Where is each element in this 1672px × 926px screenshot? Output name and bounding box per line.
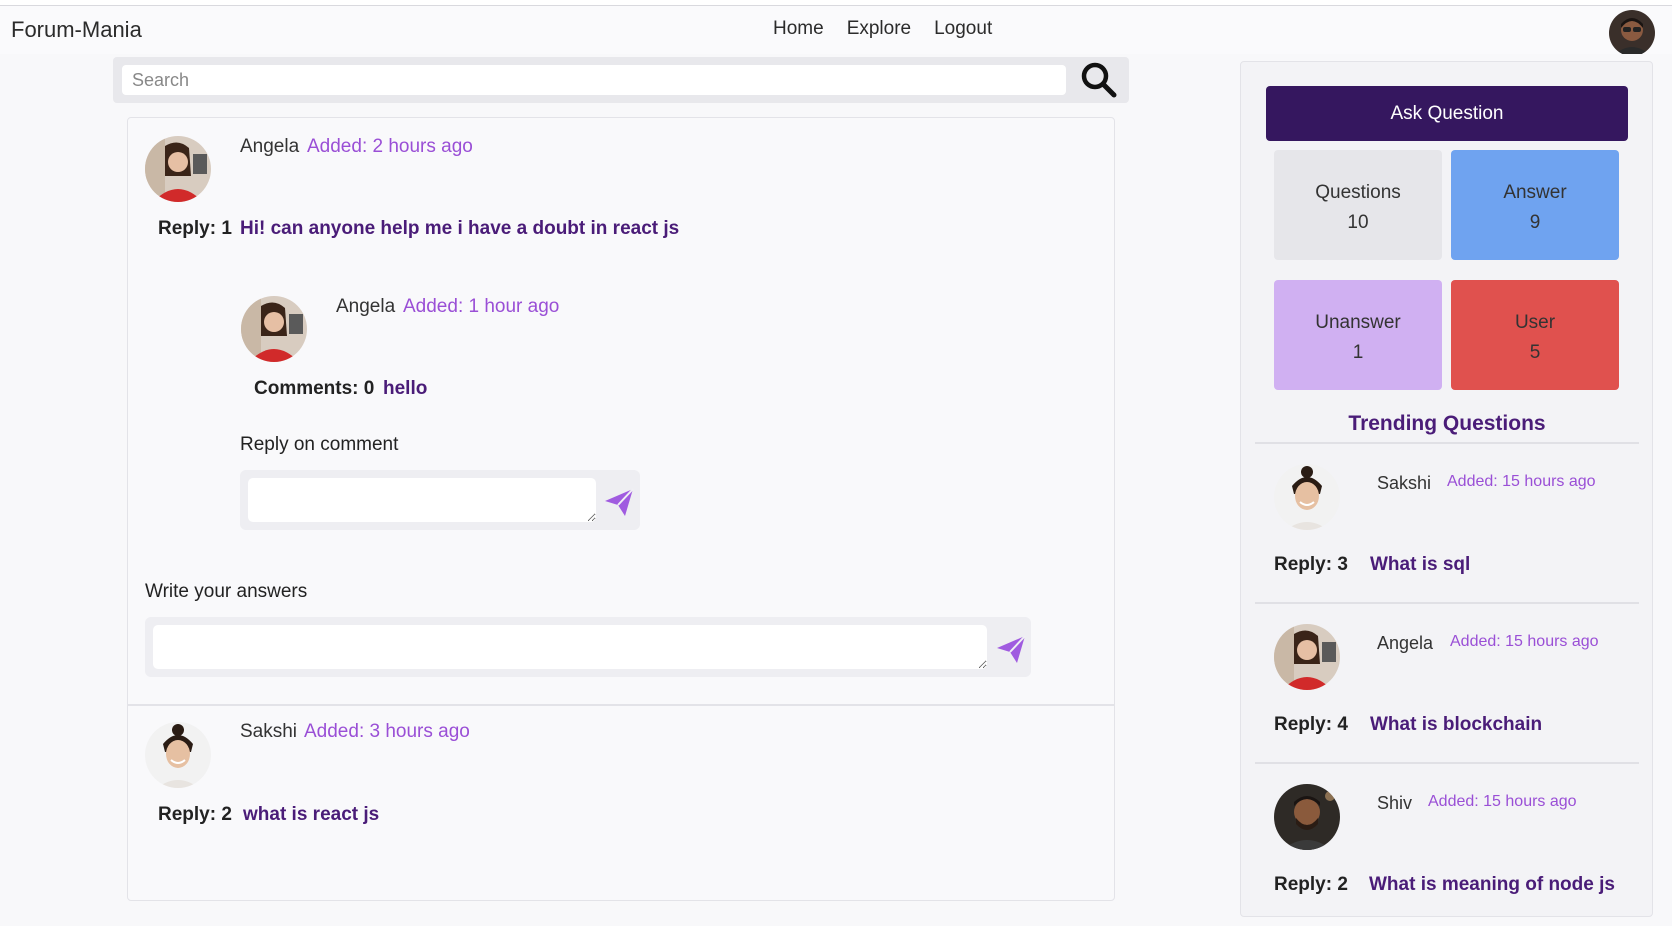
ask-question-button[interactable]: Ask Question (1266, 86, 1628, 141)
write-answer-label: Write your answers (145, 581, 308, 602)
search-bar (113, 57, 1129, 103)
answer-input[interactable] (153, 625, 987, 669)
comment-reply-input[interactable] (248, 478, 596, 522)
trending-author[interactable]: Shiv (1377, 793, 1412, 814)
trending-question-title[interactable]: What is meaning of node js (1369, 874, 1615, 896)
author-avatar (145, 136, 211, 202)
search-input[interactable] (122, 65, 1066, 95)
trending-author[interactable]: Angela (1377, 633, 1433, 654)
answer-comments-count: Comments: 0 (254, 378, 375, 399)
question-title[interactable]: Hi! can anyone help me i have a doubt in… (240, 218, 679, 240)
reply-on-comment-label: Reply on comment (240, 434, 399, 455)
comment-reply-box (240, 470, 640, 530)
stat-label: User (1514, 312, 1556, 333)
answer-box (145, 617, 1031, 677)
stat-value: 1 (1352, 342, 1364, 363)
stat-user[interactable]: User 5 (1451, 280, 1619, 390)
stat-label: Questions (1315, 182, 1401, 203)
nav-explore-link[interactable]: Explore (847, 18, 911, 40)
answer-added-time: Added: 1 hour ago (403, 296, 560, 317)
trending-title: Trending Questions (1348, 412, 1546, 435)
send-icon[interactable] (995, 633, 1027, 665)
question-added-time: Added: 2 hours ago (307, 136, 473, 157)
answer-author-avatar (241, 296, 307, 362)
author-avatar (145, 722, 211, 788)
trending-question-title[interactable]: What is sql (1370, 554, 1470, 576)
nav-links: Home Explore Logout (773, 18, 992, 40)
stat-answer[interactable]: Answer 9 (1451, 150, 1619, 260)
stat-value: 5 (1529, 342, 1541, 363)
trending-divider (1255, 762, 1639, 764)
stat-value: 10 (1347, 212, 1369, 233)
answer-text: hello (383, 378, 428, 399)
question-divider (128, 704, 1114, 706)
stat-label: Answer (1503, 182, 1567, 203)
question-author[interactable]: Angela (240, 136, 299, 158)
brand-logo-text[interactable]: Forum-Mania (11, 17, 142, 43)
user-avatar[interactable] (1609, 10, 1655, 56)
nav-logout-link[interactable]: Logout (934, 18, 992, 40)
trending-author[interactable]: Sakshi (1377, 473, 1431, 494)
stat-label: Unanswer (1315, 312, 1401, 333)
questions-card: Angela Added: 2 hours ago Reply: 1 Hi! c… (127, 117, 1115, 901)
nav-home-link[interactable]: Home (773, 18, 824, 40)
navbar: Forum-Mania Home Explore Logout (0, 6, 1672, 56)
trending-reply-count: Reply: 2 (1274, 874, 1348, 895)
trending-divider (1255, 442, 1639, 444)
trending-reply-count: Reply: 3 (1274, 554, 1348, 575)
trending-added-time: Added: 15 hours ago (1447, 473, 1596, 490)
question-reply-count: Reply: 2 (158, 804, 232, 825)
question-author[interactable]: Sakshi (240, 721, 297, 743)
question-added-time: Added: 3 hours ago (304, 721, 470, 742)
stat-unanswer[interactable]: Unanswer 1 (1274, 280, 1442, 390)
stat-questions[interactable]: Questions 10 (1274, 150, 1442, 260)
stat-value: 9 (1529, 212, 1541, 233)
trending-added-time: Added: 15 hours ago (1428, 793, 1577, 810)
search-icon[interactable] (1080, 61, 1118, 99)
send-icon[interactable] (603, 486, 635, 518)
trending-added-time: Added: 15 hours ago (1450, 633, 1599, 650)
question-reply-count: Reply: 1 (158, 218, 232, 239)
question-title[interactable]: what is react js (243, 804, 379, 826)
sidebar: Ask Question Questions 10 Answer 9 Unans… (1240, 61, 1653, 917)
trending-divider (1255, 602, 1639, 604)
trending-question-title[interactable]: What is blockchain (1370, 714, 1542, 736)
trending-author-avatar (1274, 624, 1340, 690)
answer-author[interactable]: Angela (336, 296, 395, 318)
trending-reply-count: Reply: 4 (1274, 714, 1348, 735)
trending-author-avatar (1274, 784, 1340, 850)
trending-author-avatar (1274, 464, 1340, 530)
